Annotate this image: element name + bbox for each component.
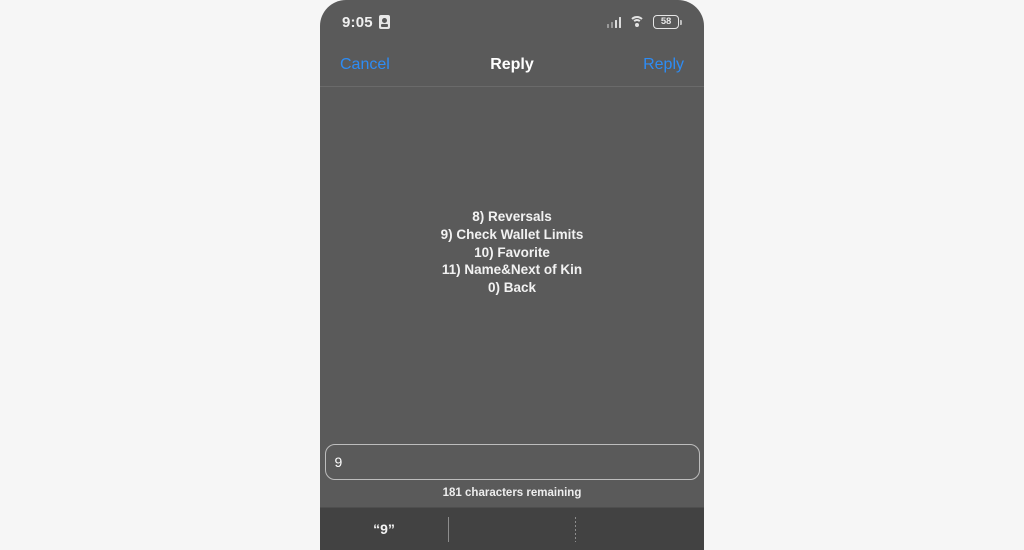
status-time: 9:05 (342, 13, 373, 31)
message-body: 8) Reversals 9) Check Wallet Limits 10) … (320, 87, 704, 444)
menu-line: 9) Check Wallet Limits (440, 226, 584, 242)
prediction-label: “9” (373, 521, 395, 537)
reply-composer: 181 characters remaining (320, 444, 704, 499)
status-bar-left: 9:05 (342, 14, 390, 31)
menu-line: 11) Name&Next of Kin (441, 262, 583, 278)
prediction-slot-1[interactable]: “9” (320, 508, 448, 550)
battery-level-label: 58 (653, 15, 679, 29)
screenshot-canvas: 9:05 58 Cancel Reply Reply 8) Reversals … (0, 0, 1024, 550)
character-counter: 181 characters remaining (442, 487, 582, 499)
prediction-slot-3[interactable] (575, 508, 704, 550)
cancel-button[interactable]: Cancel (340, 56, 390, 74)
menu-line: 0) Back (487, 280, 536, 296)
menu-line: 8) Reversals (472, 209, 552, 224)
prediction-divider-dotted (575, 517, 576, 542)
reply-button[interactable]: Reply (643, 56, 684, 74)
reply-input[interactable] (324, 444, 700, 480)
prediction-divider-solid (448, 517, 449, 542)
phone-screen: 9:05 58 Cancel Reply Reply 8) Reversals … (320, 0, 704, 550)
battery-cap (680, 19, 682, 25)
navigation-bar: Cancel Reply Reply (320, 44, 704, 86)
menu-line: 10) Favorite (474, 244, 550, 260)
prediction-slot-2[interactable] (448, 508, 575, 550)
cellular-signal-icon (606, 16, 621, 28)
keyboard-prediction-bar: “9” (320, 507, 704, 550)
id-badge-icon (378, 15, 390, 29)
status-bar: 9:05 58 (320, 0, 704, 44)
battery-icon: 58 (653, 15, 682, 29)
ussd-menu-text: 8) Reversals 9) Check Wallet Limits 10) … (441, 208, 584, 297)
status-bar-right: 58 (606, 15, 682, 29)
wifi-icon (629, 16, 645, 28)
